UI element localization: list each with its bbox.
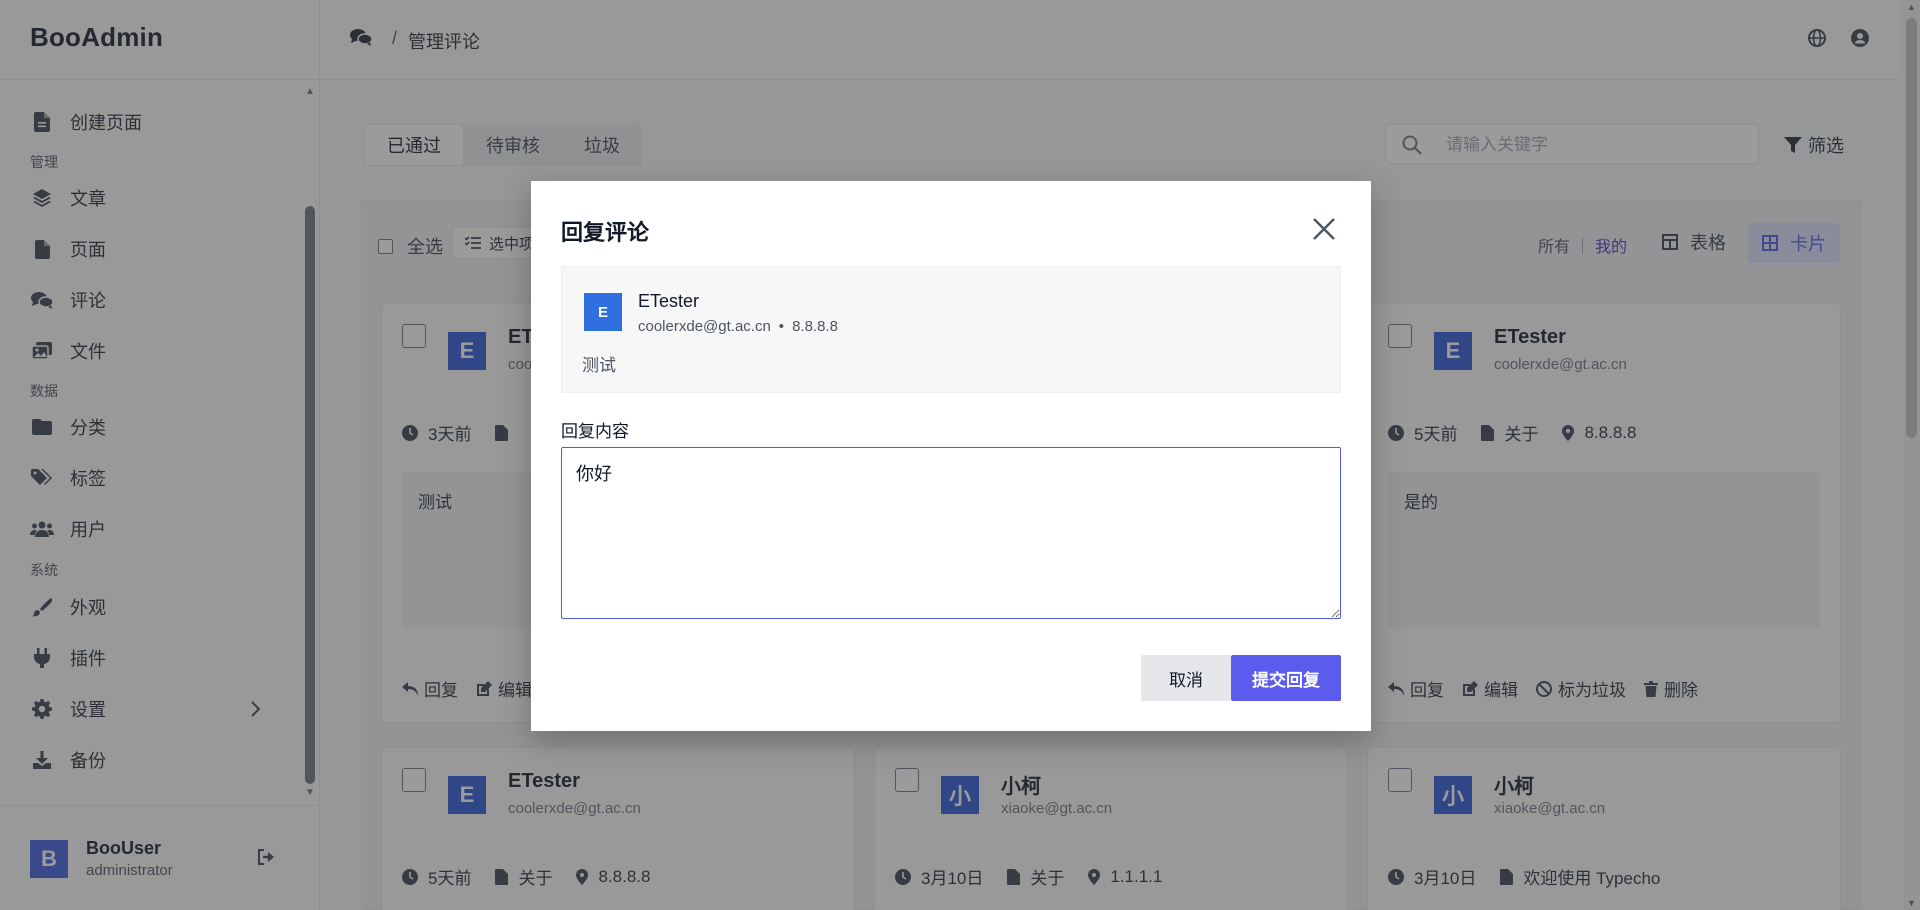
dialog-title: 回复评论 <box>561 220 650 245</box>
reply-textarea[interactable] <box>561 447 1341 619</box>
comment-meta: coolerxde@gt.ac.cn • 8.8.8.8 <box>638 318 838 335</box>
separator-dot: • <box>778 318 785 335</box>
reply-dialog: 回复评论 E ETester coolerxde@gt.ac.cn • 8.8.8.… <box>531 181 1371 731</box>
comment-content: 测试 <box>582 356 616 375</box>
close-icon[interactable] <box>1312 217 1340 245</box>
quoted-comment: E ETester coolerxde@gt.ac.cn • 8.8.8.8 测试 <box>561 266 1341 393</box>
comment-author: ETester <box>638 291 700 311</box>
comment-email: coolerxde@gt.ac.cn <box>638 318 771 335</box>
cancel-button[interactable]: 取消 <box>1141 655 1231 701</box>
submit-reply-button[interactable]: 提交回复 <box>1231 655 1341 701</box>
comment-ip: 8.8.8.8 <box>792 318 838 335</box>
avatar: E <box>584 293 622 331</box>
reply-field-label: 回复内容 <box>561 422 629 441</box>
